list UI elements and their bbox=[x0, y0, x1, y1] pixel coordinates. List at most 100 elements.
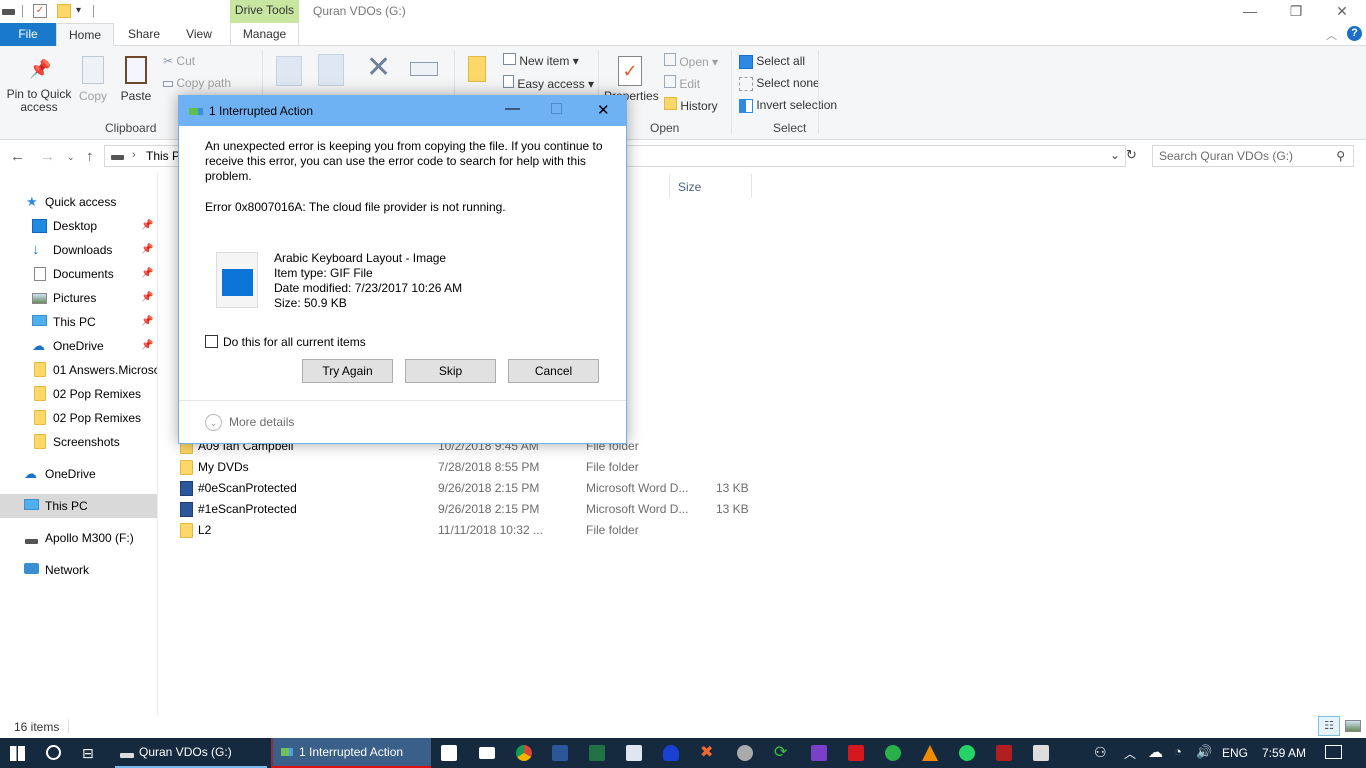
restore-button[interactable]: ❐ bbox=[1273, 0, 1319, 23]
refresh-button[interactable]: ↻ bbox=[1126, 147, 1137, 163]
recent-locations-button[interactable]: ⌄ bbox=[67, 152, 75, 163]
chrome-icon[interactable] bbox=[516, 745, 532, 761]
address-dropdown-icon[interactable]: ⌄ bbox=[1110, 148, 1120, 162]
sidebar-item-quick-access[interactable]: ★ Quick access bbox=[0, 190, 157, 214]
sidebar-item-desktop[interactable]: Desktop 📌 bbox=[0, 214, 157, 238]
wifi-icon[interactable]: ◔ bbox=[1174, 744, 1182, 759]
new-folder-icon[interactable] bbox=[468, 56, 486, 82]
close-button[interactable]: ✕ bbox=[1319, 0, 1365, 23]
dialog-minimize-button[interactable]: — bbox=[505, 100, 520, 117]
pin-icon[interactable]: 📌 bbox=[141, 214, 153, 238]
whatsapp-icon[interactable] bbox=[959, 745, 975, 761]
forward-button[interactable]: → bbox=[40, 148, 55, 165]
show-hidden-icons-button[interactable]: ︿ bbox=[1124, 745, 1136, 762]
file-row[interactable]: L2 11/11/2018 10:32 ... File folder bbox=[172, 520, 772, 541]
task-view-button[interactable]: ⊟ bbox=[82, 745, 94, 762]
collapse-ribbon-icon[interactable]: ︿ bbox=[1326, 27, 1337, 43]
sidebar-item-folder[interactable]: 01 Answers.Microsc bbox=[0, 358, 157, 382]
excel-icon[interactable] bbox=[589, 745, 605, 761]
dialog-close-button[interactable]: ✕ bbox=[597, 101, 610, 119]
properties-icon[interactable]: ✓ bbox=[618, 56, 642, 86]
new-item-button[interactable]: New item ▾ bbox=[503, 53, 579, 69]
minimize-button[interactable]: — bbox=[1227, 0, 1273, 23]
pin-icon[interactable]: 📌 bbox=[141, 334, 153, 358]
tab-view[interactable]: View bbox=[172, 23, 226, 46]
x-app-icon[interactable]: ✖ bbox=[700, 745, 716, 761]
disc-app-icon[interactable] bbox=[737, 745, 753, 761]
red-app-icon[interactable] bbox=[996, 745, 1012, 761]
onedrive-sync-icon[interactable]: ☁ bbox=[1148, 743, 1163, 761]
details-view-button[interactable]: ☷ bbox=[1318, 716, 1340, 736]
edit-button[interactable]: Edit bbox=[664, 75, 700, 92]
paste-button[interactable]: Paste bbox=[118, 56, 154, 103]
skip-button[interactable]: Skip bbox=[405, 359, 496, 383]
action-center-button[interactable] bbox=[1325, 745, 1342, 759]
store-icon[interactable] bbox=[441, 745, 457, 761]
more-details-expand-icon[interactable]: ⌄ bbox=[205, 414, 222, 431]
copy-to-icon[interactable] bbox=[318, 54, 344, 86]
pin-icon[interactable]: 📌 bbox=[141, 238, 153, 262]
pin-icon[interactable]: 📌 bbox=[141, 262, 153, 286]
cortana-button[interactable] bbox=[46, 745, 61, 760]
help-icon[interactable]: ? bbox=[1347, 26, 1362, 41]
sidebar-item-apollo-drive[interactable]: Apollo M300 (F:) bbox=[0, 526, 157, 550]
breadcrumb-chevron-icon[interactable]: › bbox=[132, 149, 136, 161]
sidebar-item-network[interactable]: Network bbox=[0, 558, 157, 582]
mail-icon[interactable] bbox=[479, 747, 495, 759]
invert-selection-button[interactable]: Invert selection bbox=[739, 97, 837, 113]
file-row[interactable]: #1eScanProtected 9/26/2018 2:15 PM Micro… bbox=[172, 499, 772, 520]
apply-all-checkbox[interactable] bbox=[205, 335, 218, 348]
sidebar-item-onedrive[interactable]: ☁ OneDrive bbox=[0, 462, 157, 486]
tab-home[interactable]: Home bbox=[56, 23, 114, 47]
vlc-icon[interactable] bbox=[922, 745, 938, 761]
sidebar-item-this-pc-pinned[interactable]: This PC 📌 bbox=[0, 310, 157, 334]
pin-icon[interactable]: 📌 bbox=[141, 286, 153, 310]
acrobat-icon[interactable] bbox=[848, 745, 864, 761]
history-button[interactable]: History bbox=[664, 97, 718, 114]
copy-path-button[interactable]: Copy path bbox=[163, 75, 231, 91]
open-button[interactable]: Open ▾ bbox=[664, 53, 718, 70]
people-icon[interactable]: ⚇ bbox=[1094, 744, 1107, 761]
pin-icon[interactable]: 📌 bbox=[141, 310, 153, 334]
tab-share[interactable]: Share bbox=[118, 23, 170, 46]
green-app-icon[interactable] bbox=[885, 745, 901, 761]
tab-file[interactable]: File bbox=[0, 23, 56, 46]
sidebar-item-documents[interactable]: Documents 📌 bbox=[0, 262, 157, 286]
font-app-icon[interactable] bbox=[626, 745, 642, 761]
delete-icon[interactable]: ✕ bbox=[366, 52, 391, 84]
volume-icon[interactable]: 🔊 bbox=[1196, 744, 1212, 760]
audio-app-icon[interactable] bbox=[663, 745, 679, 761]
apply-all-label[interactable]: Do this for all current items bbox=[223, 335, 366, 349]
dialog-title-bar[interactable]: 1 Interrupted Action — ✕ bbox=[179, 96, 626, 126]
customize-qat-icon[interactable]: ▾ bbox=[76, 4, 90, 18]
select-all-button[interactable]: Select all bbox=[739, 53, 805, 69]
search-input[interactable]: Search Quran VDOs (G:) ⚲ bbox=[1152, 145, 1354, 167]
sidebar-item-this-pc[interactable]: This PC bbox=[0, 494, 157, 518]
sidebar-item-folder[interactable]: Screenshots bbox=[0, 430, 157, 454]
pin-to-quick-access-button[interactable]: 📌 Pin to Quick access bbox=[4, 58, 74, 114]
select-none-button[interactable]: Select none bbox=[739, 75, 820, 91]
try-again-button[interactable]: Try Again bbox=[302, 359, 393, 383]
sidebar-item-downloads[interactable]: ↓ Downloads 📌 bbox=[0, 238, 157, 262]
sidebar-item-folder[interactable]: 02 Pop Remixes bbox=[0, 406, 157, 430]
large-icons-view-button[interactable] bbox=[1345, 720, 1361, 732]
taskbar-app-explorer[interactable]: Quran VDOs (G:) bbox=[115, 738, 267, 768]
file-row[interactable]: My DVDs 7/28/2018 8:55 PM File folder bbox=[172, 457, 772, 478]
move-to-icon[interactable] bbox=[276, 56, 302, 86]
properties-qat-icon[interactable]: ✓ bbox=[33, 4, 47, 18]
cancel-button[interactable]: Cancel bbox=[508, 359, 599, 383]
rename-icon[interactable] bbox=[410, 62, 438, 76]
visual-studio-icon[interactable] bbox=[811, 745, 827, 761]
sidebar-item-pictures[interactable]: Pictures 📌 bbox=[0, 286, 157, 310]
sync-icon[interactable]: ⟳ bbox=[774, 745, 790, 761]
more-details-toggle[interactable]: More details bbox=[229, 415, 294, 429]
clock[interactable]: 7:59 AM bbox=[1262, 746, 1306, 760]
sidebar-item-onedrive-pinned[interactable]: ☁ OneDrive 📌 bbox=[0, 334, 157, 358]
taskbar-app-interrupted-action[interactable]: 1 Interrupted Action bbox=[271, 738, 431, 768]
word-icon[interactable] bbox=[552, 745, 568, 761]
file-row[interactable]: #0eScanProtected 9/26/2018 2:15 PM Micro… bbox=[172, 478, 772, 499]
tab-manage[interactable]: Manage bbox=[230, 23, 299, 46]
cut-button[interactable]: ✂ Cut bbox=[163, 53, 195, 69]
easy-access-button[interactable]: Easy access ▾ bbox=[503, 75, 594, 92]
back-button[interactable]: ← bbox=[10, 148, 25, 165]
